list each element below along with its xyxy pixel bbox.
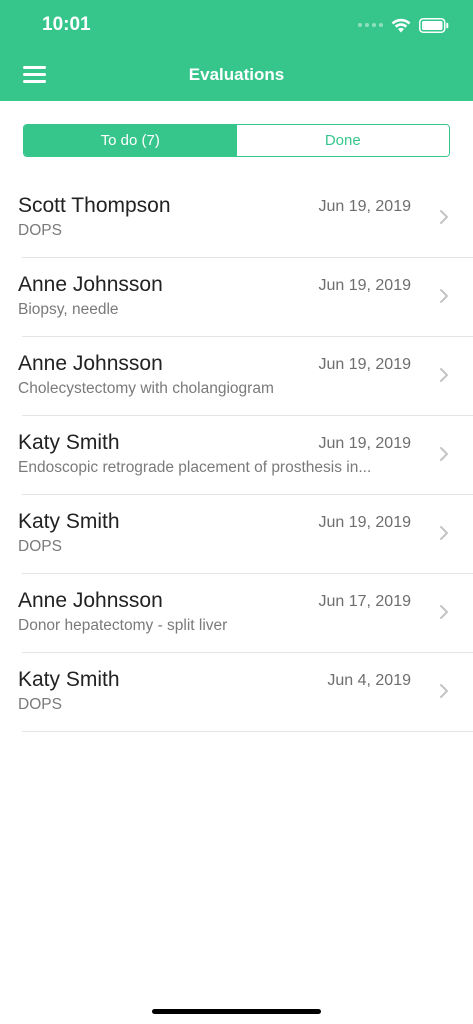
procedure-name: Endoscopic retrograde placement of prost… xyxy=(18,459,372,476)
chevron-right-icon xyxy=(440,210,448,224)
procedure-name: DOPS xyxy=(18,538,62,555)
evaluatee-name: Katy Smith xyxy=(18,668,120,691)
evaluatee-name: Anne Johnsson xyxy=(18,273,163,296)
evaluation-date: Jun 19, 2019 xyxy=(318,435,411,452)
evaluatee-name: Katy Smith xyxy=(18,510,120,533)
procedure-name: Biopsy, needle xyxy=(18,301,119,318)
list-item[interactable]: Katy Smith DOPS Jun 19, 2019 xyxy=(0,495,473,574)
chevron-right-icon xyxy=(440,605,448,619)
procedure-name: Cholecystectomy with cholangiogram xyxy=(18,380,274,397)
evaluatee-name: Anne Johnsson xyxy=(18,352,163,375)
chevron-right-icon xyxy=(440,289,448,303)
procedure-name: DOPS xyxy=(18,696,62,713)
home-indicator[interactable] xyxy=(152,1009,321,1014)
chevron-right-icon xyxy=(440,526,448,540)
evaluation-date: Jun 19, 2019 xyxy=(318,514,411,531)
chevron-right-icon xyxy=(440,447,448,461)
battery-icon xyxy=(419,17,449,33)
tab-todo[interactable]: To do (7) xyxy=(24,125,237,156)
evaluation-date: Jun 19, 2019 xyxy=(318,277,411,294)
list-item[interactable]: Katy Smith DOPS Jun 4, 2019 xyxy=(0,653,473,732)
segmented-control: To do (7) Done xyxy=(23,124,450,157)
chevron-right-icon xyxy=(440,684,448,698)
list-item[interactable]: Anne Johnsson Cholecystectomy with chola… xyxy=(0,337,473,416)
evaluatee-name: Anne Johnsson xyxy=(18,589,163,612)
status-icons xyxy=(358,15,449,35)
chevron-right-icon xyxy=(440,368,448,382)
evaluation-list: Scott Thompson DOPS Jun 19, 2019 Anne Jo… xyxy=(0,179,473,732)
divider xyxy=(22,731,473,732)
list-item[interactable]: Scott Thompson DOPS Jun 19, 2019 xyxy=(0,179,473,258)
evaluation-date: Jun 4, 2019 xyxy=(327,672,411,689)
list-item[interactable]: Anne Johnsson Donor hepatectomy - split … xyxy=(0,574,473,653)
evaluation-date: Jun 19, 2019 xyxy=(318,356,411,373)
app-header: 10:01 Evaluations xyxy=(0,0,473,101)
procedure-name: DOPS xyxy=(18,222,62,239)
evaluation-date: Jun 17, 2019 xyxy=(318,593,411,610)
evaluatee-name: Katy Smith xyxy=(18,431,120,454)
list-item[interactable]: Katy Smith Endoscopic retrograde placeme… xyxy=(0,416,473,495)
evaluatee-name: Scott Thompson xyxy=(18,194,171,217)
wifi-icon xyxy=(391,18,411,33)
evaluation-date: Jun 19, 2019 xyxy=(318,198,411,215)
list-item[interactable]: Anne Johnsson Biopsy, needle Jun 19, 201… xyxy=(0,258,473,337)
page-title: Evaluations xyxy=(188,65,285,84)
cellular-signal-icon xyxy=(358,23,383,27)
procedure-name: Donor hepatectomy - split liver xyxy=(18,617,228,634)
status-time: 10:01 xyxy=(42,14,91,35)
tab-done[interactable]: Done xyxy=(236,125,449,156)
